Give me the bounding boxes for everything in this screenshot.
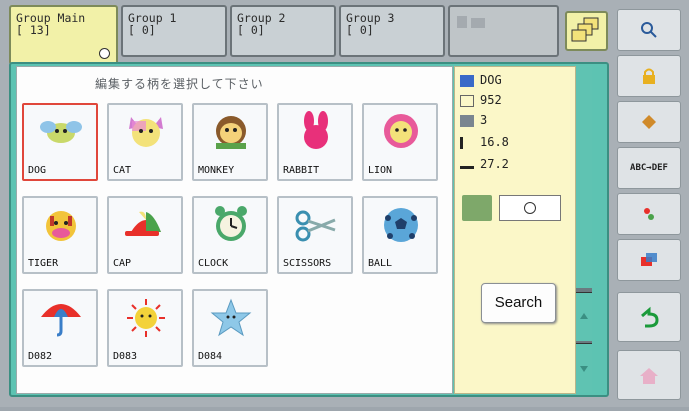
prompt-text: 編集する柄を選択して下さい [95, 77, 264, 91]
stitch-count-icon [460, 94, 474, 107]
pattern-label: RABBIT [283, 165, 320, 176]
abc-def-button[interactable]: ABC→DEF [617, 147, 681, 189]
pattern-d082[interactable]: D082 [22, 289, 98, 367]
tab-group-main[interactable]: Group Main [ 13] [9, 5, 118, 65]
arrow-down-icon [580, 366, 588, 372]
pattern-label: D082 [28, 351, 53, 362]
screen: Group Main [ 13] Group 1 [ 0] Group 2 [ … [0, 0, 689, 407]
zoom-button[interactable] [617, 9, 681, 51]
pattern-tiger[interactable]: TIGER [22, 196, 98, 274]
back-button[interactable] [617, 292, 681, 342]
pattern-clock[interactable]: CLOCK [192, 196, 268, 274]
color-sort-icon [644, 208, 654, 220]
tab-count: [ 0] [346, 23, 374, 37]
tab-group-1[interactable]: Group 1 [ 0] [121, 5, 227, 57]
stitch-count-value: 952 [480, 93, 502, 107]
pattern-lion[interactable]: LION [362, 103, 438, 181]
color-count-value: 3 [480, 113, 488, 127]
pattern-label: DOG [28, 165, 47, 176]
pattern-cap[interactable]: CAP [107, 196, 183, 274]
scroll-down-button[interactable] [576, 343, 592, 393]
back-arrow-icon [641, 306, 659, 328]
height-icon [460, 136, 474, 149]
clock-icon [215, 206, 247, 241]
layers-icon [641, 253, 657, 266]
tab-count: [ 0] [128, 23, 156, 37]
sun-icon [127, 299, 165, 337]
scissors-icon [295, 210, 336, 242]
pattern-label: CAP [113, 258, 132, 269]
pattern-cat[interactable]: CAT [107, 103, 183, 181]
color-sort-button[interactable] [617, 193, 681, 235]
pattern-rabbit[interactable]: RABBIT [277, 103, 353, 181]
info-name-row: DOG [460, 73, 502, 87]
arrow-up-icon [580, 313, 588, 319]
tab-count: [ 0] [237, 23, 265, 37]
group-copy-button[interactable] [565, 11, 608, 51]
magnifier-icon [641, 22, 657, 38]
blurred-tab-icon [457, 16, 485, 28]
tiger-icon [46, 211, 76, 241]
monkey-icon [216, 116, 246, 149]
star-icon [210, 298, 252, 337]
pattern-d084[interactable]: D084 [192, 289, 268, 367]
ball-icon [384, 208, 418, 242]
tab-group-2[interactable]: Group 2 [ 0] [230, 5, 336, 57]
circle-icon [524, 202, 536, 214]
tab-count: [ 13] [16, 23, 51, 37]
diamond-icon [642, 115, 656, 129]
pattern-label: MONKEY [198, 165, 235, 176]
lock-button[interactable] [617, 55, 681, 97]
tab-disabled [448, 5, 559, 57]
pattern-label: TIGER [28, 258, 59, 269]
pattern-label: D084 [198, 351, 223, 362]
info-colors-row: 3 [460, 113, 487, 127]
pattern-label: LION [368, 165, 393, 176]
pattern-label: CLOCK [198, 258, 229, 269]
copy-layers-icon [571, 17, 599, 42]
pattern-label: SCISSORS [283, 258, 332, 269]
height-value: 16.8 [480, 135, 509, 149]
umbrella-icon [41, 304, 81, 337]
info-stitches-row: 952 [460, 93, 502, 107]
home-button[interactable] [617, 350, 681, 400]
pattern-label: D083 [113, 351, 138, 362]
sort-icon[interactable] [462, 195, 492, 221]
rabbit-icon [304, 111, 328, 149]
lock-icon [643, 68, 655, 84]
color-count-icon [460, 114, 474, 127]
home-icon [640, 368, 658, 384]
pattern-label: BALL [368, 258, 393, 269]
info-width-row: 27.2 [460, 157, 509, 171]
scrollbar-thumb[interactable] [576, 66, 592, 288]
sort-field[interactable] [499, 195, 561, 221]
pattern-scissors[interactable]: SCISSORS [277, 196, 353, 274]
width-value: 27.2 [480, 157, 509, 171]
pattern-dog[interactable]: DOG [22, 103, 98, 181]
search-button[interactable]: Search [481, 283, 556, 323]
cap-icon [125, 211, 161, 236]
width-icon [460, 165, 474, 170]
pattern-ball[interactable]: BALL [362, 196, 438, 274]
scroll-up-button[interactable] [576, 292, 592, 341]
pattern-monkey[interactable]: MONKEY [192, 103, 268, 181]
layer-button[interactable] [617, 239, 681, 281]
tab-group-3[interactable]: Group 3 [ 0] [339, 5, 445, 57]
pattern-d083[interactable]: D083 [107, 289, 183, 367]
pattern-label: CAT [113, 165, 132, 176]
cat-icon [129, 117, 163, 147]
dog-icon [40, 121, 82, 143]
pattern-name-value: DOG [480, 73, 502, 87]
clock-mini-icon [99, 48, 110, 59]
info-height-row: 16.8 [460, 135, 509, 149]
name-icon [460, 74, 474, 87]
center-button[interactable] [617, 101, 681, 143]
lion-icon [384, 114, 418, 148]
